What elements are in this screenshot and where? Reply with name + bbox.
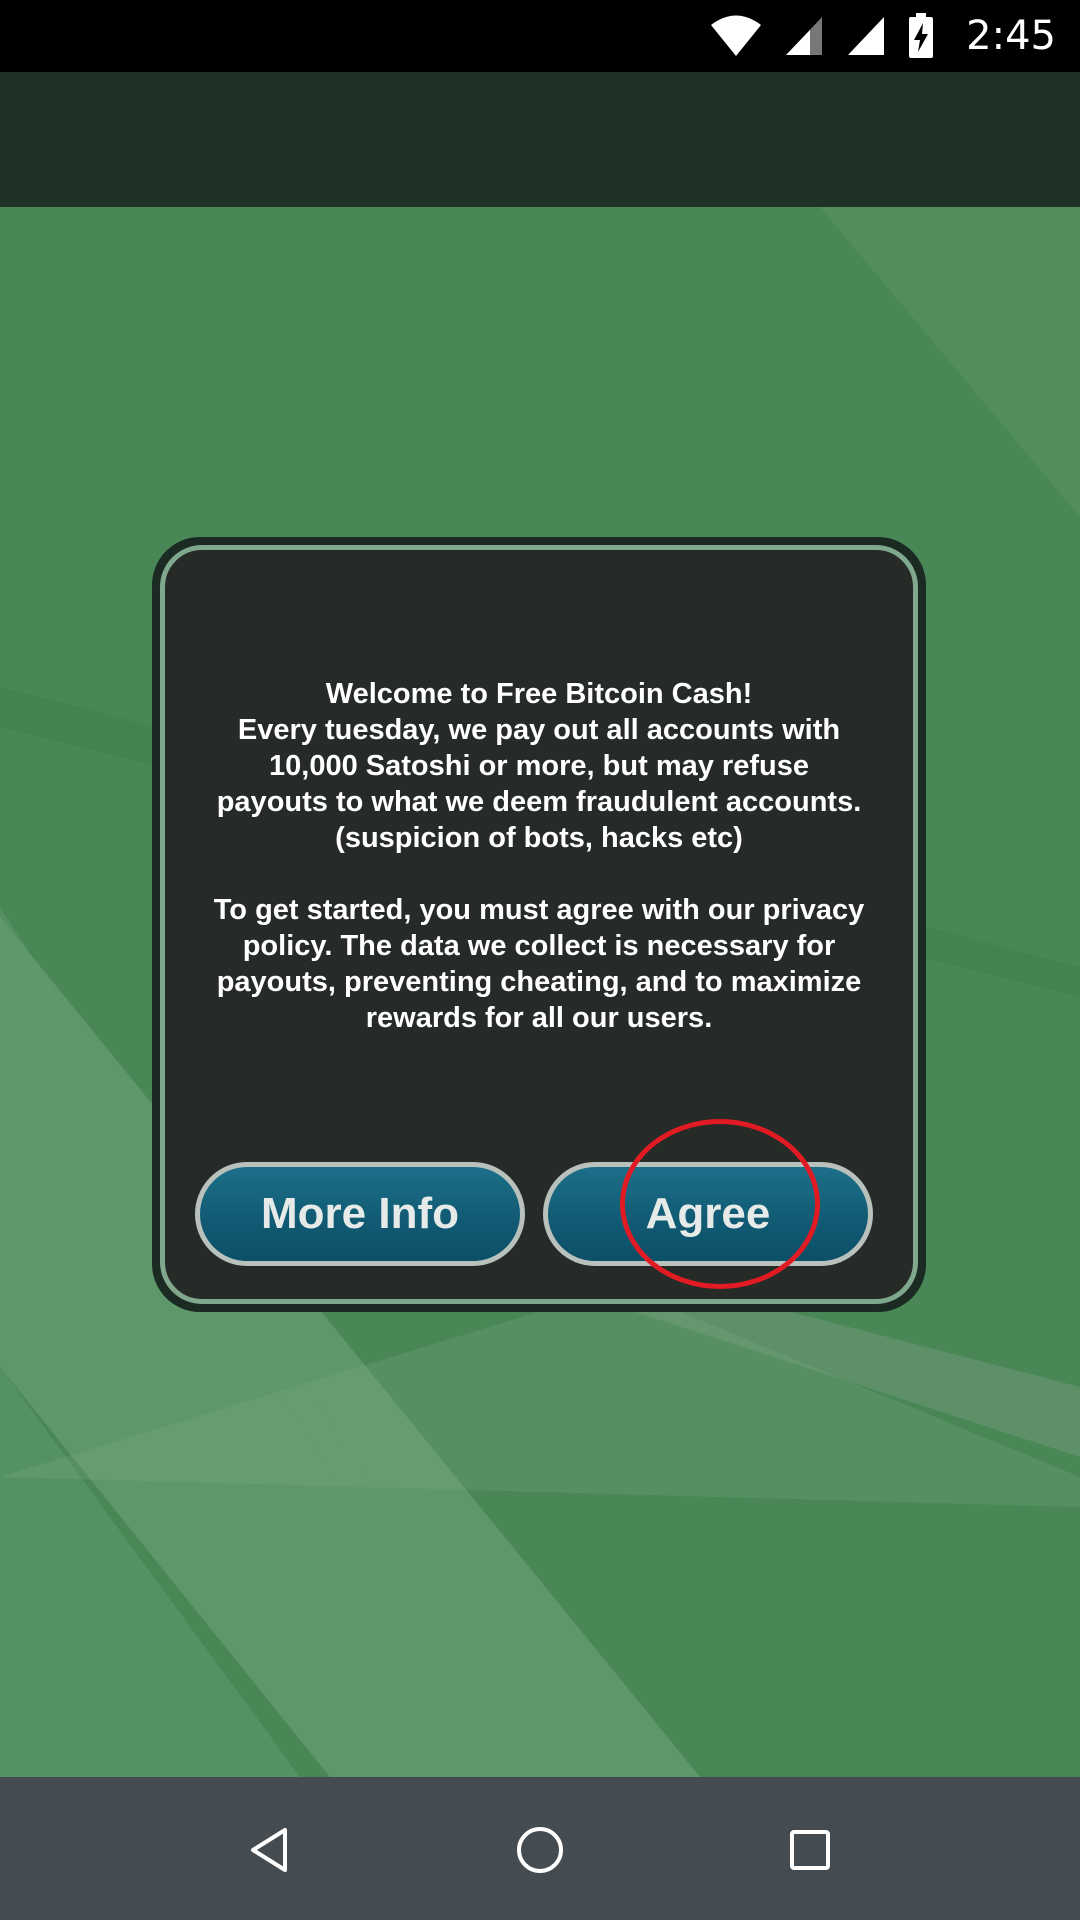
nav-bar	[0, 1777, 1080, 1920]
battery-charging-icon	[909, 13, 934, 58]
dialog-panel: Welcome to Free Bitcoin Cash! Every tues…	[160, 545, 918, 1304]
more-info-button[interactable]: More Info	[195, 1162, 525, 1266]
dialog-message: Welcome to Free Bitcoin Cash! Every tues…	[205, 676, 873, 1036]
wifi-icon	[711, 15, 762, 56]
status-bar: 2:45	[0, 0, 1080, 72]
dialog-line: Every tuesday, we pay out all accounts w…	[237, 714, 841, 746]
back-button[interactable]	[225, 1805, 315, 1895]
home-icon	[517, 1827, 563, 1873]
dialog-line: policy. The data we collect is necessary…	[242, 930, 836, 962]
dialog-line: Welcome to Free Bitcoin Cash!	[325, 678, 753, 710]
app-header	[0, 72, 1080, 207]
recents-button[interactable]	[765, 1805, 855, 1895]
dialog-line: (suspicion of bots, hacks etc)	[335, 822, 743, 854]
back-icon	[251, 1828, 287, 1872]
status-time: 2:45	[966, 13, 1056, 59]
dialog-line: rewards for all our users.	[365, 1002, 713, 1034]
dialog-line: 10,000 Satoshi or more, but may refuse	[269, 750, 809, 782]
privacy-dialog: Welcome to Free Bitcoin Cash! Every tues…	[152, 537, 926, 1312]
cell-signal-icon	[786, 17, 823, 55]
dialog-line: payouts, preventing cheating, and to max…	[216, 966, 862, 998]
dialog-line: To get started, you must agree with our …	[213, 894, 865, 926]
home-button[interactable]	[495, 1805, 585, 1895]
agree-button[interactable]: Agree	[543, 1162, 873, 1266]
recents-icon	[790, 1830, 830, 1870]
dialog-line: payouts to what we deem fraudulent accou…	[216, 786, 862, 818]
screen: 2:45 Welcome to Free Bitcoin Cash! Every…	[0, 0, 1080, 1920]
status-icons: 2:45	[710, 0, 1056, 72]
cell-signal-full-icon	[848, 17, 885, 55]
